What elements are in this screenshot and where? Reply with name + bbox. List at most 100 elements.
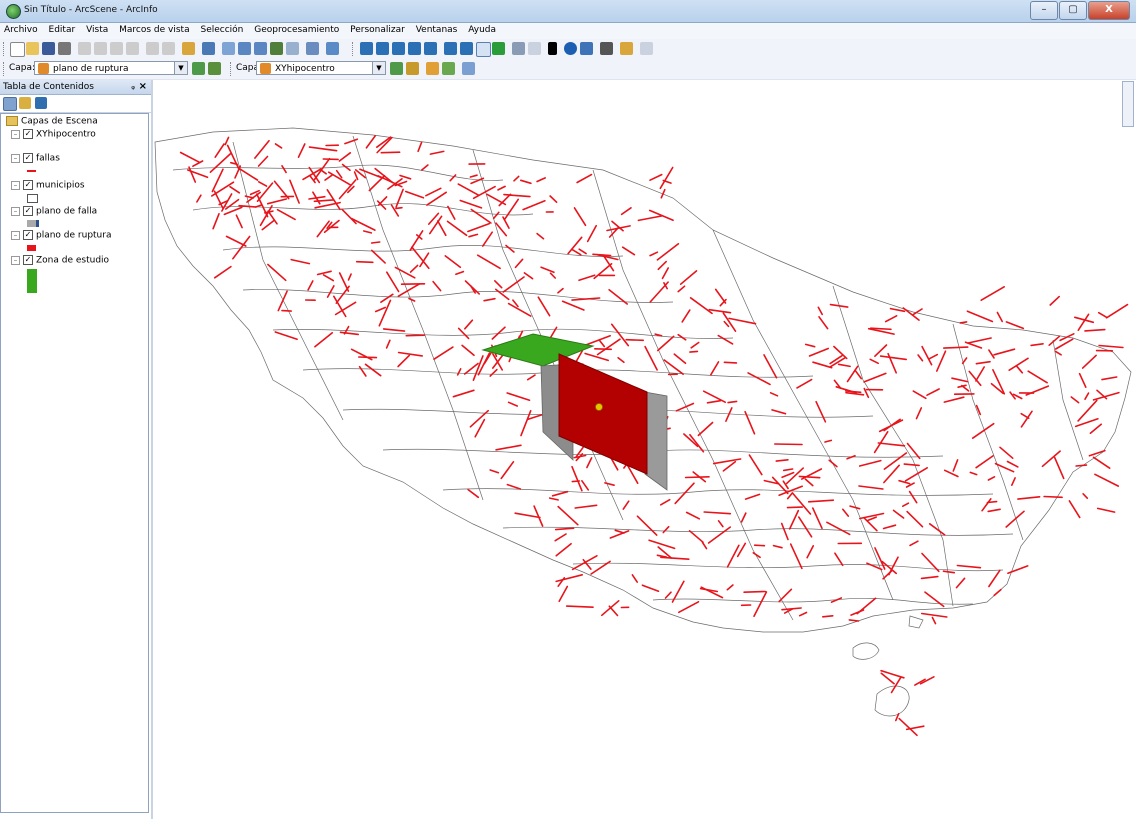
layer-xyhipocentro[interactable]: –✓XYhipocentro bbox=[11, 129, 96, 140]
list-by-visibility-icon[interactable] bbox=[35, 97, 47, 109]
toolbar-grip[interactable] bbox=[3, 62, 7, 76]
close-button[interactable]: X bbox=[1088, 1, 1130, 20]
layer-plano-de-ruptura[interactable]: –✓plano de ruptura bbox=[11, 230, 111, 241]
arctoolbox-icon[interactable] bbox=[270, 42, 283, 55]
cut-icon[interactable] bbox=[78, 42, 91, 55]
visibility-checkbox[interactable]: ✓ bbox=[23, 153, 33, 163]
visibility-checkbox[interactable]: ✓ bbox=[23, 230, 33, 240]
layer-select-2[interactable]: XYhipocentro ▼ bbox=[256, 61, 386, 75]
collapse-icon[interactable]: – bbox=[11, 231, 20, 240]
falla-segment bbox=[782, 524, 788, 540]
editor-icon[interactable] bbox=[426, 62, 439, 75]
falla-segment bbox=[1078, 314, 1088, 330]
modelbuilder-icon[interactable] bbox=[306, 42, 319, 55]
list-by-source-icon[interactable] bbox=[19, 97, 31, 109]
falla-segment bbox=[588, 226, 597, 242]
layer-zona-de-estudio[interactable]: –✓Zona de estudio bbox=[11, 255, 109, 266]
visibility-checkbox[interactable]: ✓ bbox=[23, 206, 33, 216]
save-icon[interactable] bbox=[42, 42, 55, 55]
extrusion-icon[interactable] bbox=[390, 62, 403, 75]
select-elements-icon[interactable] bbox=[548, 42, 557, 55]
collapse-icon[interactable]: – bbox=[11, 207, 20, 216]
clear-selection-icon[interactable] bbox=[528, 42, 541, 55]
chevron-down-icon[interactable]: ▼ bbox=[174, 62, 187, 74]
zoom-out-icon[interactable] bbox=[460, 42, 473, 55]
layer-fallas[interactable]: –✓fallas bbox=[11, 153, 60, 164]
undo-icon[interactable] bbox=[146, 42, 159, 55]
layer-select-1[interactable]: plano de ruptura ▼ bbox=[34, 61, 188, 75]
visibility-checkbox[interactable]: ✓ bbox=[23, 129, 33, 139]
set-observer-icon[interactable] bbox=[424, 42, 437, 55]
visibility-checkbox[interactable]: ✓ bbox=[23, 255, 33, 265]
help-icon[interactable] bbox=[326, 42, 339, 55]
collapse-icon[interactable]: – bbox=[11, 256, 20, 265]
redo-icon[interactable] bbox=[162, 42, 175, 55]
scene-properties-icon[interactable] bbox=[202, 42, 215, 55]
toolbar-grip[interactable] bbox=[230, 62, 234, 76]
delete-icon[interactable] bbox=[126, 42, 139, 55]
collapse-icon[interactable]: – bbox=[11, 181, 20, 190]
graphics-icon[interactable] bbox=[462, 62, 475, 75]
raise-lower-icon[interactable] bbox=[406, 62, 419, 75]
surface-icon[interactable] bbox=[442, 62, 455, 75]
falla-segment bbox=[458, 369, 461, 375]
menu-seleccion[interactable]: Selección bbox=[196, 23, 247, 37]
animation-icon[interactable] bbox=[640, 42, 653, 55]
center-on-target-icon[interactable] bbox=[392, 42, 405, 55]
chevron-down-icon[interactable]: ▼ bbox=[372, 62, 385, 74]
open-icon[interactable] bbox=[26, 42, 39, 55]
zoom-to-target-icon[interactable] bbox=[408, 42, 421, 55]
menu-vista[interactable]: Vista bbox=[82, 23, 112, 37]
measure-icon[interactable] bbox=[620, 42, 633, 55]
scene-canvas[interactable] bbox=[153, 80, 1136, 819]
falla-segment bbox=[521, 180, 531, 183]
select-features-icon[interactable] bbox=[512, 42, 525, 55]
new-icon[interactable] bbox=[10, 42, 25, 57]
pan-icon[interactable] bbox=[476, 42, 491, 57]
menu-ayuda[interactable]: Ayuda bbox=[464, 23, 500, 37]
python-icon[interactable] bbox=[286, 42, 299, 55]
plano-de-falla-side[interactable] bbox=[645, 392, 667, 490]
find-icon[interactable] bbox=[600, 42, 613, 55]
search-window-icon[interactable] bbox=[254, 42, 267, 55]
html-popup-icon[interactable] bbox=[580, 42, 593, 55]
layer-plano-de-falla[interactable]: –✓plano de falla bbox=[11, 206, 97, 217]
toc-icon[interactable] bbox=[222, 42, 235, 55]
menu-editar[interactable]: Editar bbox=[45, 23, 80, 37]
pin-icon[interactable]: ᵩ bbox=[131, 80, 135, 94]
falla-segment bbox=[886, 316, 897, 322]
menu-ventanas[interactable]: Ventanas bbox=[412, 23, 462, 37]
collapse-icon[interactable]: – bbox=[11, 154, 20, 163]
menu-archivo[interactable]: Archivo bbox=[0, 23, 42, 37]
scene-view[interactable] bbox=[153, 80, 1136, 819]
zoom-in-icon[interactable] bbox=[444, 42, 457, 55]
add-data-icon[interactable] bbox=[182, 42, 195, 55]
collapse-icon[interactable]: – bbox=[11, 130, 20, 139]
close-icon[interactable]: × bbox=[139, 80, 147, 94]
toolbar-grip[interactable] bbox=[3, 42, 7, 56]
full-extent-icon[interactable] bbox=[492, 42, 505, 55]
lighting-icon[interactable] bbox=[208, 62, 221, 75]
visibility-checkbox[interactable]: ✓ bbox=[23, 180, 33, 190]
copy-icon[interactable] bbox=[94, 42, 107, 55]
transparency-icon[interactable] bbox=[192, 62, 205, 75]
xyhipocentro-point[interactable] bbox=[596, 404, 603, 411]
menu-marcos-de-vista[interactable]: Marcos de vista bbox=[115, 23, 193, 37]
paste-icon[interactable] bbox=[110, 42, 123, 55]
print-icon[interactable] bbox=[58, 42, 71, 55]
catalog-icon[interactable] bbox=[238, 42, 251, 55]
layer-municipios[interactable]: –✓municipios bbox=[11, 180, 85, 191]
navigate-icon[interactable] bbox=[360, 42, 373, 55]
toolbar-grip[interactable] bbox=[352, 42, 356, 56]
identify-icon[interactable] bbox=[564, 42, 577, 55]
falla-segment bbox=[1089, 451, 1105, 456]
minimize-button[interactable]: – bbox=[1030, 1, 1058, 20]
maximize-button[interactable]: ▢ bbox=[1059, 1, 1087, 20]
scene-layers-root[interactable]: Capas de Escena bbox=[6, 116, 98, 127]
list-by-drawing-order-icon[interactable] bbox=[3, 97, 17, 111]
menu-personalizar[interactable]: Personalizar bbox=[346, 23, 409, 37]
side-dock-tab[interactable] bbox=[1122, 81, 1134, 127]
fly-icon[interactable] bbox=[376, 42, 389, 55]
menu-geoprocesamiento[interactable]: Geoprocesamiento bbox=[250, 23, 343, 37]
falla-segment bbox=[875, 345, 887, 356]
